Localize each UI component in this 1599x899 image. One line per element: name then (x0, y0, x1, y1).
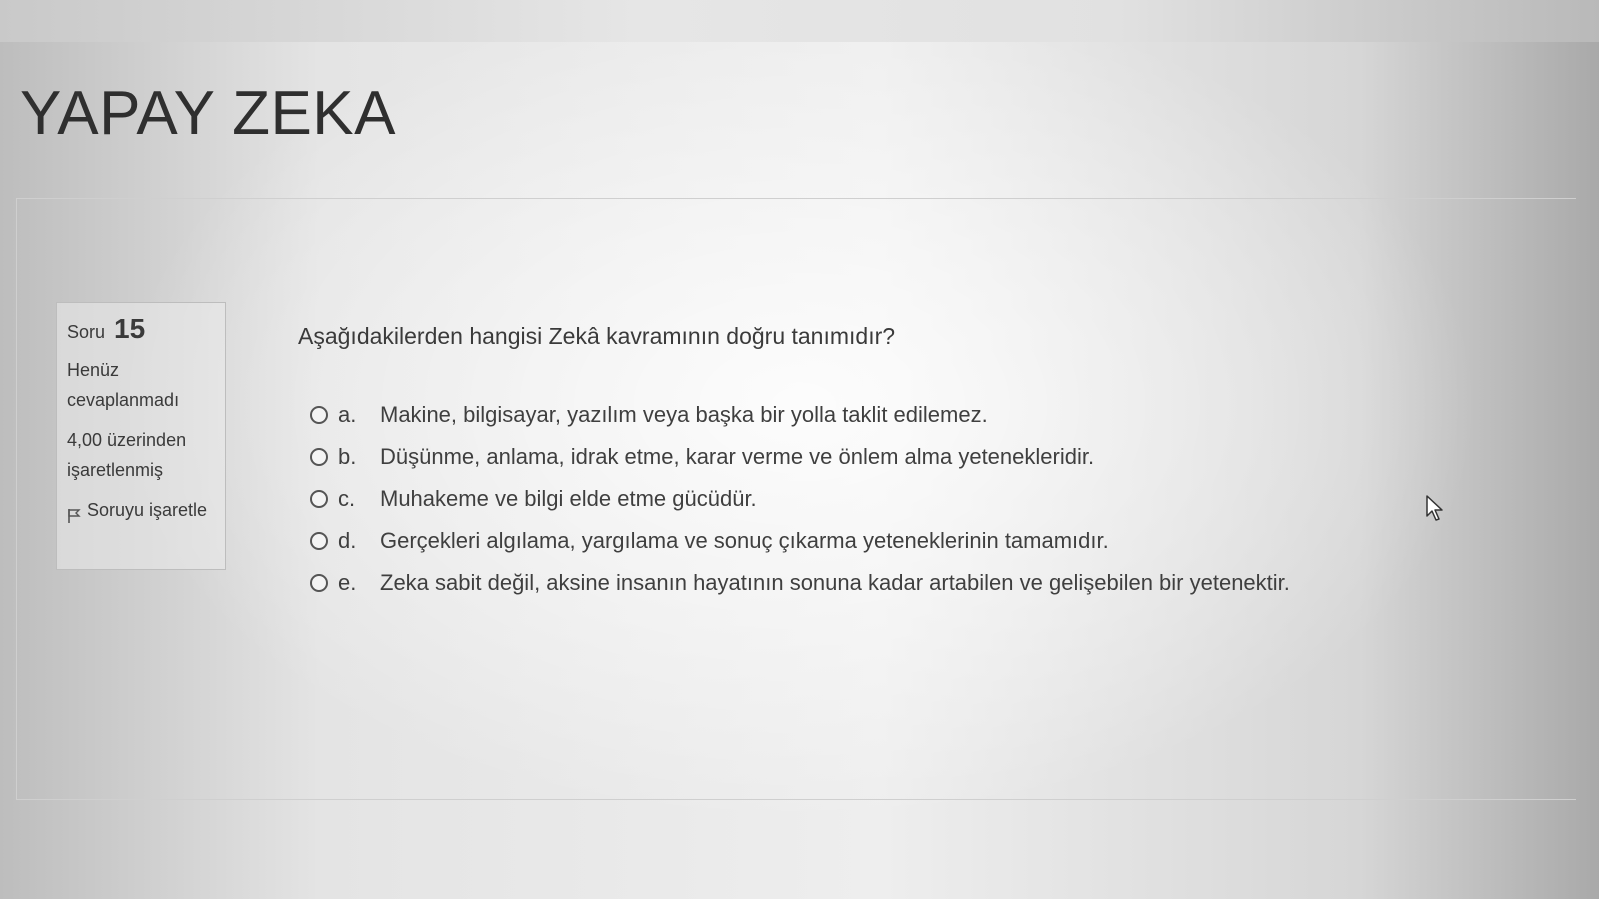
answer-letter: c. (338, 486, 356, 511)
answer-letter: a. (338, 402, 357, 427)
answer-option-c[interactable]: c. Muhakeme ve bilgi elde etme gücüdür. (310, 478, 1290, 520)
radio-button[interactable] (310, 406, 328, 424)
grade-info: 4,00 üzerinden işaretlenmiş (67, 430, 187, 480)
page-title: YAPAY ZEKA (20, 79, 397, 148)
radio-button[interactable] (310, 448, 328, 466)
answer-text: Düşünme, anlama, idrak etme, karar verme… (380, 444, 1095, 469)
answer-option-d[interactable]: d. Gerçekleri algılama, yargılama ve son… (310, 520, 1290, 562)
question-info-box: Soru 15 Henüz cevaplanmadı 4,00 üzerinde… (56, 302, 226, 570)
radio-button[interactable] (310, 532, 328, 550)
answer-option-a[interactable]: a. Makine, bilgisayar, yazılım veya başk… (310, 394, 1290, 436)
answer-text: Makine, bilgisayar, yazılım veya başka b… (380, 402, 988, 427)
question-number-label: Soru (67, 322, 106, 342)
question-number: Soru 15 (67, 313, 215, 345)
answer-option-b[interactable]: b. Düşünme, anlama, idrak etme, karar ve… (310, 436, 1290, 478)
top-bar (0, 0, 1599, 42)
question-text: Aşağıdakilerden hangisi Zekâ kavramının … (298, 323, 896, 349)
flag-question-link[interactable]: Soruyu işaretle (67, 495, 215, 525)
answer-list: a. Makine, bilgisayar, yazılım veya başk… (310, 394, 1290, 604)
mouse-cursor-icon (1425, 494, 1445, 527)
answer-letter: b. (338, 444, 357, 469)
radio-button[interactable] (310, 574, 328, 592)
answer-status: Henüz cevaplanmadı (67, 360, 180, 410)
radio-button[interactable] (310, 490, 328, 508)
question-number-value: 15 (114, 313, 146, 344)
answer-text: Zeka sabit değil, aksine insanın hayatın… (380, 570, 1290, 595)
answer-text: Gerçekleri algılama, yargılama ve sonuç … (380, 528, 1109, 553)
answer-option-e[interactable]: e. Zeka sabit değil, aksine insanın haya… (310, 562, 1290, 604)
answer-letter: e. (338, 570, 357, 595)
flag-icon (67, 503, 81, 524)
flag-question-label: Soruyu işaretle (87, 500, 208, 520)
answer-text: Muhakeme ve bilgi elde etme gücüdür. (380, 486, 757, 511)
answer-letter: d. (338, 528, 357, 553)
